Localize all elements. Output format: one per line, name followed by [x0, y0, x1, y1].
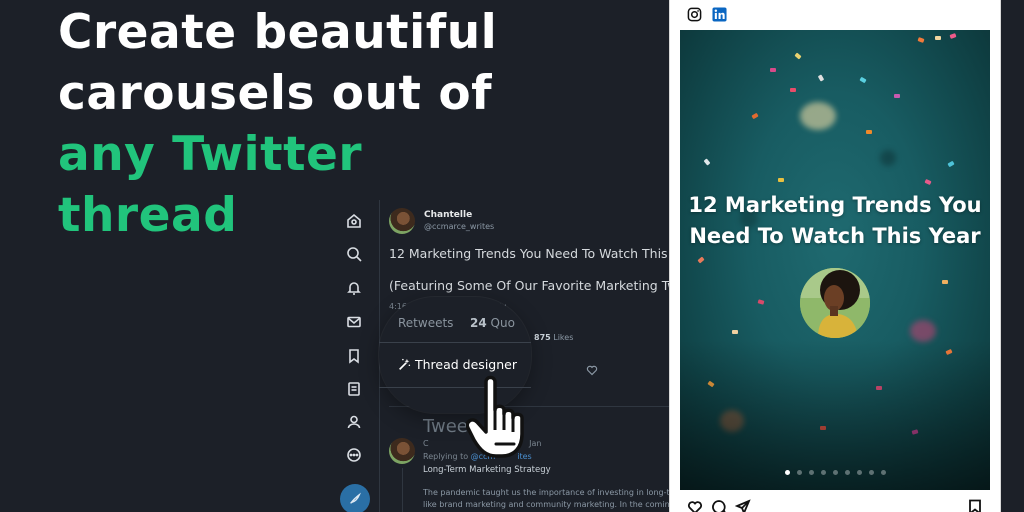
confetti-piece — [894, 94, 900, 98]
tweet-text-line-2: (Featuring Some Of Our Favorite Marketin… — [389, 278, 669, 293]
confetti-piece — [703, 158, 711, 166]
thread-designer-label: Thread designer — [415, 357, 517, 372]
confetti-piece — [859, 76, 867, 84]
headline-line-1: Create beautiful — [58, 5, 498, 60]
carousel-dot[interactable] — [784, 470, 790, 475]
slide-title-line-2: Need To Watch This Year — [689, 224, 981, 248]
tweet-text-line-1: 12 Marketing Trends You Need To Watch Th… — [389, 246, 669, 261]
author-name[interactable]: Chantelle — [424, 210, 472, 220]
post-actions — [687, 499, 751, 512]
retweets-label[interactable]: Retweets — [398, 316, 453, 330]
carousel-dot[interactable] — [820, 470, 826, 475]
search-icon[interactable] — [346, 246, 362, 262]
confetti-piece — [697, 256, 705, 264]
confetti-piece — [751, 112, 759, 120]
confetti-piece — [949, 33, 957, 39]
carousel-dot[interactable] — [844, 470, 850, 475]
quotes-label: Quo — [490, 316, 515, 330]
author-handle[interactable]: @ccmarce_writes — [424, 222, 494, 231]
bokeh-light — [800, 102, 836, 130]
carousel-dot[interactable] — [856, 470, 862, 475]
confetti-piece — [790, 88, 796, 92]
lists-icon[interactable] — [346, 381, 362, 397]
feather-icon — [350, 492, 361, 504]
home-icon[interactable] — [346, 213, 362, 229]
social-icons — [687, 7, 727, 22]
carousel-dot[interactable] — [832, 470, 838, 475]
reply-body-line-2: like brand marketing and community marke… — [423, 500, 669, 509]
confetti-piece — [794, 52, 802, 60]
carousel-dot[interactable] — [808, 470, 814, 475]
author-avatar[interactable] — [389, 208, 415, 234]
likes-count: 875 — [534, 333, 551, 342]
carousel-dots[interactable] — [680, 470, 990, 475]
reply-avatar[interactable] — [389, 438, 415, 464]
reply-author-initial: C — [423, 439, 429, 448]
likes-label: Likes — [553, 333, 574, 342]
linkedin-icon[interactable] — [712, 7, 727, 22]
confetti-piece — [935, 36, 941, 40]
like-icon[interactable] — [586, 361, 598, 380]
carousel-dot[interactable] — [880, 470, 886, 475]
instagram-icon[interactable] — [687, 7, 702, 22]
slide-gradient — [680, 340, 990, 490]
confetti-piece — [866, 130, 872, 134]
quotes-count: 24 — [470, 316, 487, 330]
quotes-stat[interactable]: 24 Quo — [470, 316, 515, 330]
reply-body-line-1: The pandemic taught us the importance of… — [423, 488, 669, 497]
bookmark-icon[interactable] — [968, 499, 982, 512]
magic-wand-icon — [399, 358, 411, 370]
confetti-piece — [917, 37, 925, 43]
notifications-icon[interactable] — [346, 280, 362, 296]
confetti-piece — [732, 330, 738, 334]
headline-line-2: carousels out of — [58, 66, 493, 121]
confetti-piece — [778, 178, 784, 182]
messages-icon[interactable] — [346, 314, 362, 330]
headline-line-3: any Twitter — [58, 127, 363, 182]
confetti-piece — [770, 68, 776, 72]
twitter-sidebar — [340, 200, 380, 512]
spotlight-divider — [379, 342, 531, 343]
slide-title-line-1: 12 Marketing Trends You — [688, 193, 982, 217]
comment-icon[interactable] — [711, 499, 727, 512]
instagram-post-card: 12 Marketing Trends You Need To Watch Th… — [669, 0, 1001, 512]
more-icon[interactable] — [346, 447, 362, 463]
confetti-piece — [924, 178, 932, 186]
share-icon[interactable] — [735, 499, 751, 512]
confetti-piece — [757, 299, 765, 305]
bokeh-light — [910, 320, 936, 342]
confetti-piece — [947, 160, 955, 168]
profile-icon[interactable] — [346, 414, 362, 430]
bookmarks-icon[interactable] — [346, 348, 362, 364]
carousel-slide[interactable]: 12 Marketing Trends You Need To Watch Th… — [680, 30, 990, 490]
replying-to-prefix: Replying to — [423, 452, 469, 461]
thread-connector — [402, 468, 403, 512]
likes-stat[interactable]: 875 Likes — [534, 333, 573, 342]
carousel-dot[interactable] — [796, 470, 802, 475]
confetti-piece — [817, 74, 825, 82]
confetti-piece — [942, 280, 948, 284]
thread-designer-button[interactable]: Thread designer — [398, 357, 517, 372]
compose-tweet-button[interactable] — [340, 484, 370, 512]
bokeh-light — [880, 150, 896, 166]
carousel-dot[interactable] — [868, 470, 874, 475]
hand-pointer-icon — [465, 374, 546, 460]
heart-icon[interactable] — [687, 499, 703, 512]
author-photo — [800, 268, 870, 338]
reply-body: The pandemic taught us the importance of… — [423, 487, 669, 511]
slide-title: 12 Marketing Trends You Need To Watch Th… — [680, 190, 990, 252]
reply-title: Long-Term Marketing Strategy — [423, 465, 551, 475]
tweets-heading: Twee — [423, 416, 468, 437]
